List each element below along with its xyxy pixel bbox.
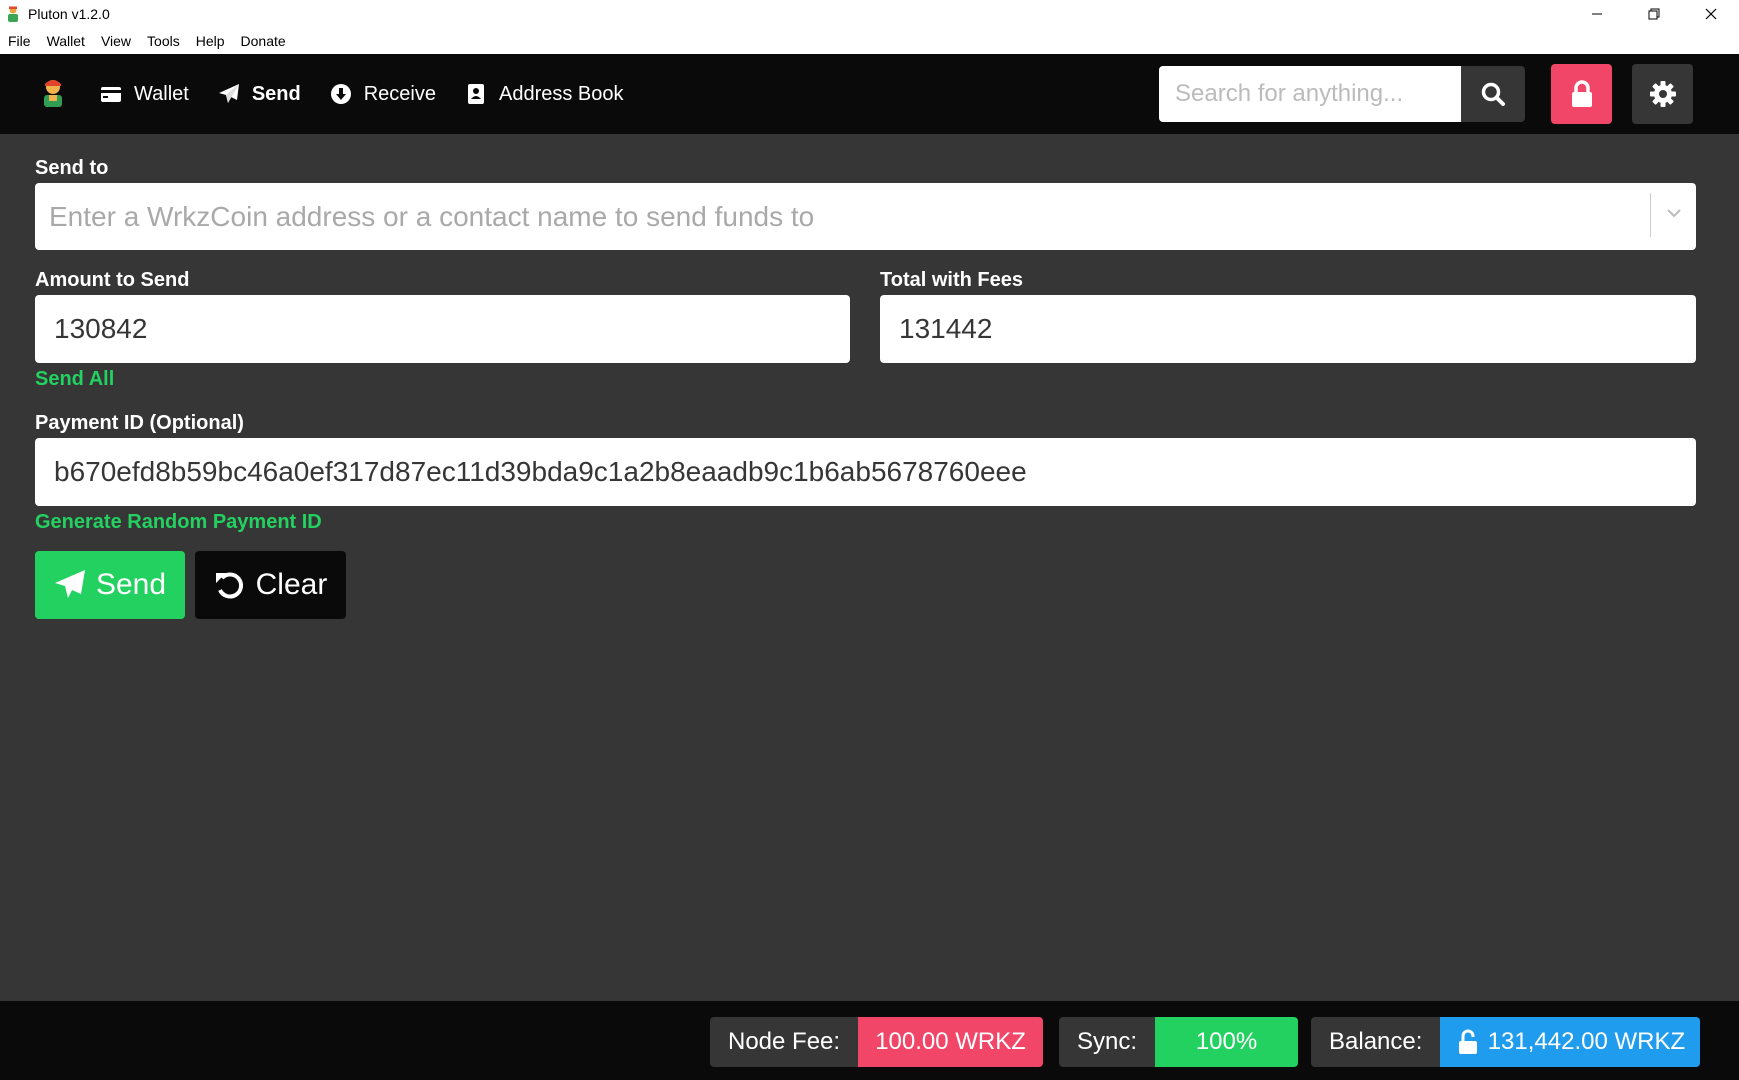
amount-label: Amount to Send [35, 269, 190, 291]
menu-help[interactable]: Help [188, 28, 233, 54]
sync-label: Sync: [1059, 1017, 1156, 1067]
unlock-icon [1458, 1029, 1477, 1054]
send-to-divider [1650, 193, 1651, 237]
search-bar [1159, 66, 1525, 122]
menu-wallet[interactable]: Wallet [39, 28, 93, 54]
nav-receive-label: Receive [363, 82, 436, 105]
nav-send[interactable]: Send [218, 83, 301, 106]
paper-plane-icon [54, 570, 85, 598]
menu-bar: File Wallet View Tools Help Donate [0, 28, 1739, 54]
payment-id-value: b670efd8b59bc46a0ef317d87ec11d39bda9c1a2… [54, 456, 1027, 487]
menu-file[interactable]: File [0, 28, 39, 54]
undo-icon [215, 572, 243, 599]
nav-address-book-label: Address Book [499, 82, 624, 105]
address-book-icon [468, 84, 484, 104]
top-navbar: Wallet Send Receive Address Book [0, 54, 1739, 134]
close-button[interactable] [1682, 0, 1739, 28]
title-bar: Pluton v1.2.0 [0, 0, 1739, 28]
nav-receive[interactable]: Receive [330, 83, 436, 106]
send-to-label: Send to [35, 157, 109, 179]
balance-tag: Balance: 131,442.00 WRKZ [1311, 1017, 1701, 1067]
payment-id-input[interactable]: b670efd8b59bc46a0ef317d87ec11d39bda9c1a2… [35, 438, 1696, 506]
window-title: Pluton v1.2.0 [28, 6, 110, 22]
menu-tools[interactable]: Tools [139, 28, 188, 54]
pluton-logo-icon[interactable] [38, 76, 68, 110]
send-all-link[interactable]: Send All [35, 368, 114, 391]
search-input[interactable] [1159, 66, 1461, 122]
amount-value: 130842 [54, 313, 148, 344]
pluton-logo-icon [8, 6, 18, 22]
paper-plane-icon [218, 84, 239, 103]
total-with-fees-value: 131442 [899, 313, 993, 344]
send-to-input[interactable]: Enter a WrkzCoin address or a contact na… [35, 183, 1696, 250]
close-icon [1705, 8, 1716, 20]
sync-value: 100% [1155, 1017, 1299, 1067]
send-button[interactable]: Send [35, 551, 185, 619]
status-footer: Node Fee: 100.00 WRKZ Sync: 100% Balance… [0, 1001, 1739, 1080]
minimize-icon [1591, 13, 1602, 15]
lock-icon [1571, 80, 1592, 107]
arrow-circle-down-icon [330, 84, 351, 104]
node-fee-tag: Node Fee: 100.00 WRKZ [710, 1017, 1044, 1067]
minimize-button[interactable] [1568, 0, 1625, 28]
node-fee-value: 100.00 WRKZ [858, 1017, 1044, 1067]
search-icon [1481, 82, 1505, 106]
balance-value: 131,442.00 WRKZ [1487, 1028, 1686, 1055]
menu-donate[interactable]: Donate [233, 28, 294, 54]
balance-label: Balance: [1311, 1017, 1441, 1067]
wallet-icon [101, 87, 121, 102]
restore-button[interactable] [1625, 0, 1682, 28]
balance-value-box: 131,442.00 WRKZ [1440, 1017, 1701, 1067]
generate-payment-id-link[interactable]: Generate Random Payment ID [35, 511, 322, 534]
clear-button[interactable]: Clear [195, 551, 346, 619]
gear-icon [1649, 81, 1676, 107]
sync-tag: Sync: 100% [1059, 1017, 1299, 1067]
restore-icon [1648, 8, 1659, 20]
clear-button-label: Clear [255, 568, 328, 601]
total-with-fees-label: Total with Fees [880, 269, 1023, 291]
nav-wallet[interactable]: Wallet [100, 83, 189, 106]
settings-button[interactable] [1632, 64, 1693, 124]
nav-wallet-label: Wallet [134, 82, 189, 105]
menu-view[interactable]: View [93, 28, 139, 54]
node-fee-label: Node Fee: [710, 1017, 859, 1067]
lock-wallet-button[interactable] [1551, 64, 1612, 124]
nav-send-label: Send [251, 82, 301, 105]
send-to-placeholder: Enter a WrkzCoin address or a contact na… [49, 200, 815, 232]
amount-input[interactable]: 130842 [35, 295, 850, 363]
chevron-down-icon[interactable] [1664, 203, 1684, 223]
send-button-label: Send [95, 568, 167, 601]
nav-address-book[interactable]: Address Book [465, 83, 624, 106]
payment-id-label: Payment ID (Optional) [35, 412, 244, 434]
search-button[interactable] [1461, 66, 1525, 122]
total-with-fees-input[interactable]: 131442 [880, 295, 1696, 363]
